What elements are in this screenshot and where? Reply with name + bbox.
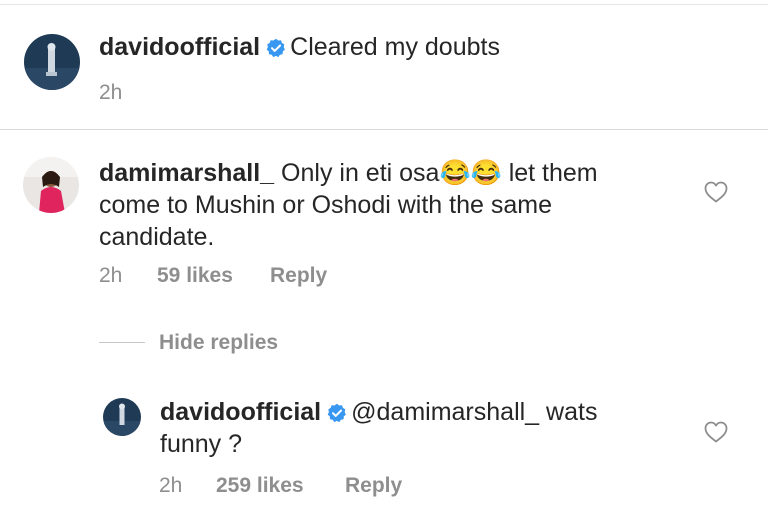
post-caption-text: Cleared my doubts [290,33,500,61]
hide-replies-button[interactable]: Hide replies [159,331,278,355]
avatar-image [24,34,80,90]
post-caption-line: davidoofficial Cleared my doubts [99,31,500,66]
comment-text-part: Only in eti osa [281,159,440,187]
post-author-avatar[interactable] [24,34,80,90]
comment-text-line-1: damimarshall_ Only in eti osa😂😂 let them [99,157,598,189]
reply-username[interactable]: davidoofficial [160,398,321,426]
reply-reply-button[interactable]: Reply [345,474,402,498]
comment-username[interactable]: damimarshall_ [99,159,274,187]
verified-badge-icon [327,399,347,431]
reply-mention-link[interactable]: @damimarshall_ [351,398,539,426]
hide-replies-label: Hide replies [159,331,279,354]
comment-reply-button[interactable]: Reply [270,264,327,288]
avatar-image [23,157,79,213]
heart-outline-icon[interactable] [704,181,728,208]
reply-label: Reply [270,264,328,287]
verified-badge-icon [266,34,286,66]
reply-timestamp: 2h [159,474,183,497]
laughing-emoji-icon: 😂😂 [439,159,502,187]
top-divider [0,4,768,5]
reply-likes-count[interactable]: 259 likes [216,474,304,498]
reply-text-part: wats [546,398,598,426]
section-divider [0,129,768,130]
likes-label: 259 likes [216,474,304,497]
replies-line [99,342,145,343]
post-timestamp: 2h [99,81,123,104]
comment-author-avatar[interactable] [23,157,79,213]
likes-label: 59 likes [157,264,233,287]
avatar-image [103,398,141,436]
comment-likes-count[interactable]: 59 likes [157,264,233,288]
heart-outline-icon[interactable] [704,421,728,448]
comment-text-line-3: candidate. [99,223,215,251]
reply-author-avatar[interactable] [103,398,141,436]
reply-text-line-1: davidoofficial @damimarshall_ wats [160,396,597,431]
post-username[interactable]: davidoofficial [99,33,260,61]
reply-text-line-2: funny ? [160,430,243,458]
comment-timestamp: 2h [99,264,123,287]
reply-label: Reply [345,474,403,497]
comment-text-part: let them [508,159,598,187]
comment-text-line-2: come to Mushin or Oshodi with the same [99,191,552,219]
